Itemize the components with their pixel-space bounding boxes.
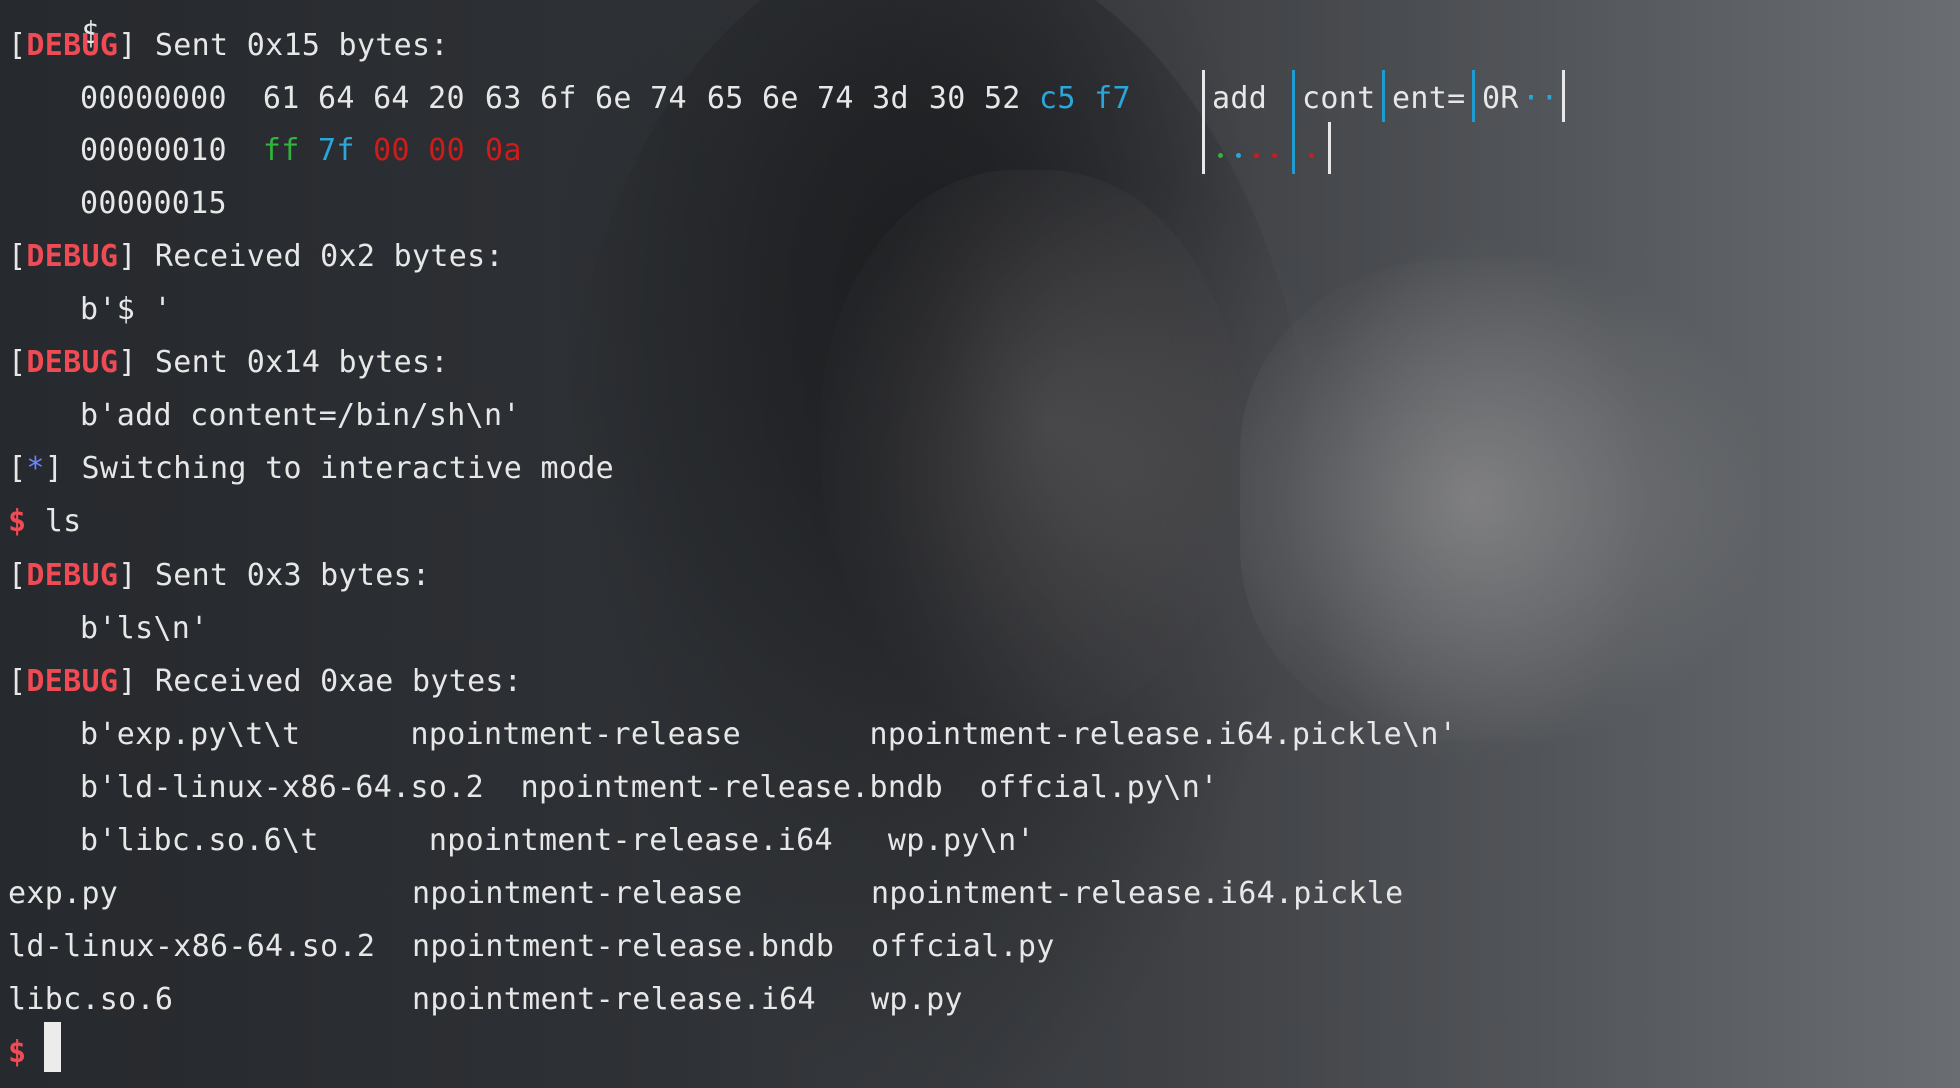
hex-group: 65 6e 74 3d [706,81,909,116]
terminal-output[interactable]: $ [DEBUG] Sent 0x15 bytes: 00000000 61 64… [0,0,1960,1088]
debug-message: Sent 0x15 bytes: [154,28,449,63]
ascii-separator [1292,70,1295,174]
hex-group: 63 6f 6e 74 [484,81,687,116]
info-line: [*] Switching to interactive mode [8,451,614,486]
debug-line: [DEBUG] Received 0xae bytes: [8,664,523,699]
ascii-dot [1254,153,1259,158]
hex-byte: c5 [1039,81,1076,116]
hex-byte: 00 [373,133,410,168]
debug-line: [DEBUG] Received 0x2 bytes: [8,239,504,274]
text-cursor[interactable] [44,1022,61,1072]
hex-offset: 00000015 [80,186,227,221]
ascii-chunk: ·· [1522,81,1559,116]
hex-group: 61 64 64 20 [262,81,465,116]
ls-output-line: exp.py npointment-release npointment-rel… [8,876,1404,911]
hex-byte: f7 [1094,81,1131,116]
hex-byte: 0a [484,133,522,168]
hexdump-row: 00000015 [8,184,227,224]
ascii-separator [1382,70,1385,122]
debug-content: b'libc.so.6\t npointment-release.i64 wp.… [80,823,1035,858]
ls-output-line: libc.so.6 npointment-release.i64 wp.py [8,982,963,1017]
hexdump-row: 00000000 61 64 64 20 63 6f 6e 74 65 6e 74 3… [8,79,1131,119]
debug-tag: DEBUG [26,28,119,63]
command-text: ls [44,504,82,539]
hex-group: 30 52 [928,81,1021,116]
hexdump-row: 00000010 ff 7f 00 00 0a [8,131,522,171]
ascii-dot [1236,153,1241,158]
ascii-separator [1202,70,1205,174]
hex-offset: 00000010 [80,133,227,168]
debug-line: [DEBUG] Sent 0x15 bytes: [8,28,449,63]
ascii-dot [1309,153,1314,158]
debug-tag: DEBUG [26,239,119,274]
prompt-symbol: $ [8,1035,27,1070]
info-message: Switching to interactive mode [81,451,614,486]
ascii-separator [1328,122,1331,174]
debug-message: Received 0x2 bytes: [154,239,504,274]
hex-byte: 00 [428,133,465,168]
debug-content: b'ls\n' [80,611,209,646]
ascii-chunk: add [1212,81,1268,116]
ascii-chunk: ent= [1392,81,1466,116]
debug-tag: DEBUG [26,664,119,699]
ascii-chunk: 0R [1482,81,1519,116]
previous-line-fragment: $ [8,0,100,51]
command-line: $ ls [8,502,81,542]
debug-tag: DEBUG [26,345,119,380]
hex-byte: ff [262,133,300,168]
ls-output-line: ld-linux-x86-64.so.2 npointment-release.… [8,929,1055,964]
hex-offset: 00000000 [80,81,227,116]
ascii-dot [1272,153,1277,158]
ascii-separator [1472,70,1475,122]
debug-message: Sent 0x14 bytes: [154,345,449,380]
ascii-chunk: cont [1302,81,1376,116]
debug-tag: DEBUG [26,558,119,593]
debug-content: b'$ ' [80,292,172,327]
ascii-separator [1562,70,1565,122]
hex-byte: 7f [318,133,355,168]
debug-content: b'ld-linux-x86-64.so.2 npointment-releas… [80,770,1219,805]
debug-content: b'exp.py\t\t npointment-release npointme… [80,717,1458,752]
prompt-symbol: $ [8,504,27,539]
info-star-icon: * [26,451,45,486]
debug-message: Sent 0x3 bytes: [154,558,431,593]
debug-message: Received 0xae bytes: [154,664,523,699]
debug-content: b'add content=/bin/sh\n' [80,398,521,433]
prompt-line: $ [8,1033,26,1073]
ascii-dot [1218,153,1223,158]
debug-line: [DEBUG] Sent 0x3 bytes: [8,558,431,593]
debug-line: [DEBUG] Sent 0x14 bytes: [8,345,449,380]
